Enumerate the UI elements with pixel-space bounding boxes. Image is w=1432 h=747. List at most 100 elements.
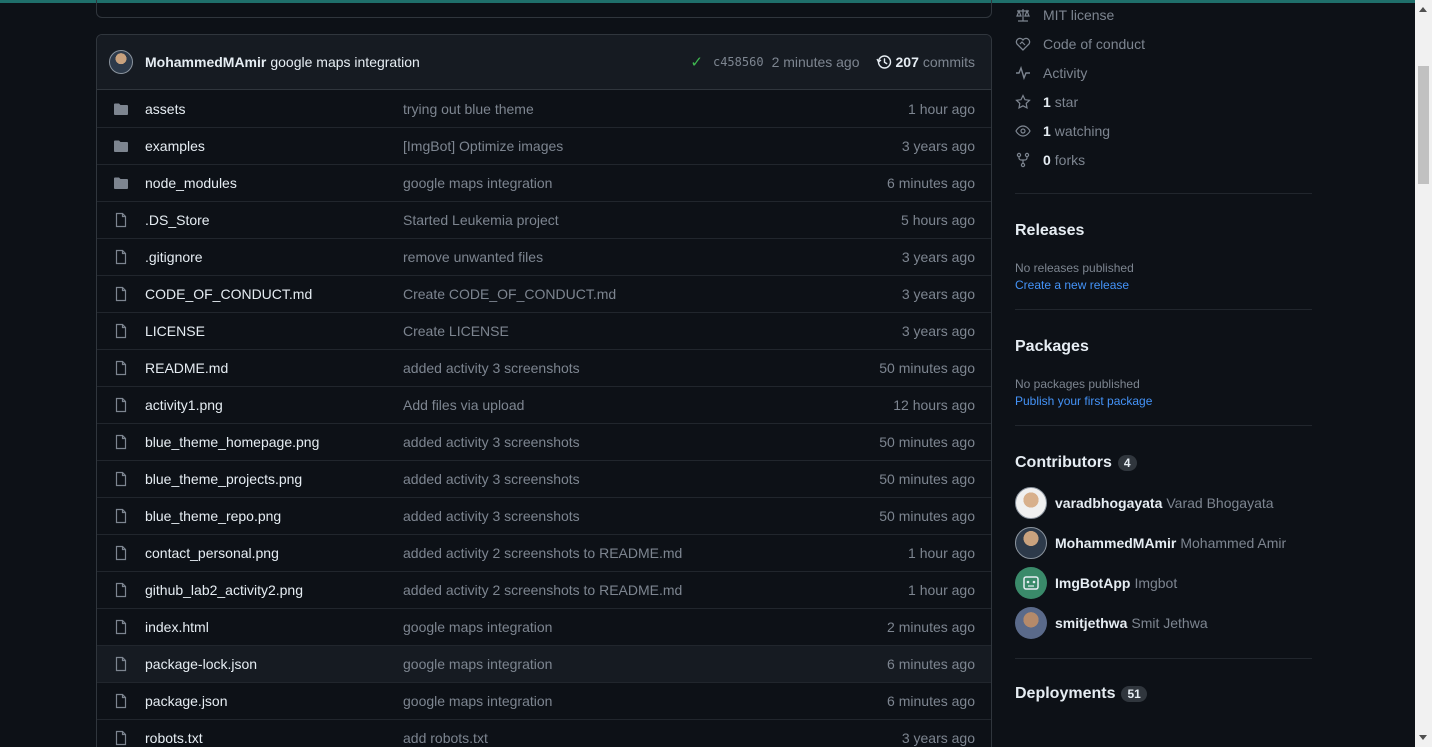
file-name-link[interactable]: LICENSE (145, 323, 403, 339)
commits-count-link[interactable]: 207 (896, 54, 919, 70)
contributor-avatar[interactable] (1015, 487, 1047, 519)
contributor-login-link[interactable]: varadbhogayata (1055, 495, 1162, 511)
file-row[interactable]: examples [ImgBot] Optimize images 3 years … (97, 127, 991, 164)
file-name-link[interactable]: examples (145, 138, 403, 154)
file-row[interactable]: .DS_Store Started Leukemia project 5 hours… (97, 201, 991, 238)
file-commit-message-link[interactable]: remove unwanted files (403, 249, 902, 265)
author-avatar[interactable] (109, 50, 133, 74)
file-name-link[interactable]: assets (145, 101, 403, 117)
commit-message-link[interactable]: google maps integration (270, 54, 419, 70)
file-commit-time: 12 hours ago (893, 397, 975, 413)
file-commit-message-link[interactable]: google maps integration (403, 656, 887, 672)
file-commit-message-link[interactable]: Create CODE_OF_CONDUCT.md (403, 286, 902, 302)
deployments-heading[interactable]: Deployments 51 (1015, 685, 1312, 703)
file-row[interactable]: .gitignore remove unwanted files 3 years a… (97, 238, 991, 275)
file-row[interactable]: README.md added activity 3 screenshots 50 … (97, 349, 991, 386)
file-name-link[interactable]: .DS_Store (145, 212, 403, 228)
file-row[interactable]: assets trying out blue theme 1 hour ago (97, 90, 991, 127)
publish-package-link[interactable]: Publish your first package (1015, 394, 1312, 408)
file-name-link[interactable]: contact_personal.png (145, 545, 403, 561)
contributor-avatar[interactable] (1015, 567, 1047, 599)
file-row[interactable]: package-lock.json google maps integration… (97, 645, 991, 682)
file-name-link[interactable]: package.json (145, 693, 403, 709)
file-icon (115, 619, 127, 635)
check-icon[interactable]: ✓ (690, 53, 703, 71)
file-name-link[interactable]: blue_theme_projects.png (145, 471, 403, 487)
file-row[interactable]: CODE_OF_CONDUCT.md Create CODE_OF_CONDUCT… (97, 275, 991, 312)
file-name-link[interactable]: .gitignore (145, 249, 403, 265)
file-commit-message-link[interactable]: added activity 3 screenshots (403, 508, 879, 524)
file-name-link[interactable]: github_lab2_activity2.png (145, 582, 403, 598)
file-commit-message-link[interactable]: trying out blue theme (403, 101, 908, 117)
contributor-item[interactable]: ImgBotApp Imgbot (1015, 563, 1312, 603)
file-row[interactable]: contact_personal.png added activity 2 scr… (97, 534, 991, 571)
file-commit-message-link[interactable]: Started Leukemia project (403, 212, 901, 228)
file-commit-message-link[interactable]: google maps integration (403, 175, 887, 191)
activity-link[interactable]: Activity (1015, 58, 1312, 87)
contributor-login-link[interactable]: smitjethwa (1055, 615, 1127, 631)
file-commit-time: 6 minutes ago (887, 656, 975, 672)
file-icon (115, 693, 127, 709)
file-row[interactable]: package.json google maps integration 6 min… (97, 682, 991, 719)
forks-link[interactable]: 0 forks (1015, 145, 1312, 174)
file-row[interactable]: blue_theme_repo.png added activity 3 scre… (97, 497, 991, 534)
file-commit-message-link[interactable]: [ImgBot] Optimize images (403, 138, 902, 154)
file-row[interactable]: robots.txt add robots.txt 3 years ago (97, 719, 991, 747)
commit-sha-link[interactable]: c458560 (713, 55, 764, 69)
file-commit-message-link[interactable]: added activity 3 screenshots (403, 471, 879, 487)
bot-icon (1023, 576, 1039, 590)
folder-icon (114, 103, 128, 115)
code-of-conduct-link[interactable]: Code of conduct (1015, 29, 1312, 58)
scroll-thumb[interactable] (1418, 66, 1429, 184)
contributor-item[interactable]: MohammedMAmir Mohammed Amir (1015, 523, 1312, 563)
contributor-avatar[interactable] (1015, 527, 1047, 559)
file-name-link[interactable]: activity1.png (145, 397, 403, 413)
file-row[interactable]: activity1.png Add files via upload 12 hour… (97, 386, 991, 423)
deployments-count: 51 (1121, 686, 1147, 702)
file-commit-message-link[interactable]: google maps integration (403, 693, 887, 709)
contributor-item[interactable]: varadbhogayata Varad Bhogayata (1015, 483, 1312, 523)
scroll-up-arrow[interactable] (1419, 7, 1427, 12)
file-commit-message-link[interactable]: added activity 2 screenshots to README.m… (403, 545, 908, 561)
watchers-link[interactable]: 1 watching (1015, 116, 1312, 145)
contributor-login-link[interactable]: ImgBotApp (1055, 575, 1130, 591)
file-row[interactable]: blue_theme_projects.png added activity 3 … (97, 460, 991, 497)
file-row[interactable]: github_lab2_activity2.png added activity … (97, 571, 991, 608)
file-name-link[interactable]: blue_theme_homepage.png (145, 434, 403, 450)
file-name-link[interactable]: README.md (145, 360, 403, 376)
file-commit-message-link[interactable]: Create LICENSE (403, 323, 902, 339)
packages-heading[interactable]: Packages (1015, 338, 1312, 356)
file-commit-time: 3 years ago (901, 730, 975, 746)
file-icon (115, 397, 127, 413)
file-row[interactable]: index.html google maps integration 2 minut… (97, 608, 991, 645)
file-row[interactable]: blue_theme_homepage.png added activity 3 … (97, 423, 991, 460)
file-row[interactable]: LICENSE Create LICENSE 3 years ago (97, 312, 991, 349)
file-row[interactable]: node_modules google maps integration 6 min… (97, 164, 991, 201)
watching-count: 1 (1043, 122, 1051, 139)
file-name-link[interactable]: robots.txt (145, 730, 403, 746)
file-name-link[interactable]: CODE_OF_CONDUCT.md (145, 286, 403, 302)
contributor-item[interactable]: smitjethwa Smit Jethwa (1015, 603, 1312, 643)
contributor-avatar[interactable] (1015, 607, 1047, 639)
license-link[interactable]: MIT license (1015, 0, 1312, 29)
file-commit-message-link[interactable]: added activity 2 screenshots to README.m… (403, 582, 908, 598)
contributor-login-link[interactable]: MohammedMAmir (1055, 535, 1176, 551)
contributors-heading[interactable]: Contributors 4 (1015, 454, 1312, 472)
file-name-link[interactable]: blue_theme_repo.png (145, 508, 403, 524)
file-commit-message-link[interactable]: google maps integration (403, 619, 887, 635)
create-release-link[interactable]: Create a new release (1015, 278, 1312, 292)
commit-author-link[interactable]: MohammedMAmir (145, 54, 266, 70)
page-scrollbar[interactable] (1415, 0, 1432, 747)
file-commit-message-link[interactable]: Add files via upload (403, 397, 893, 413)
commits-label[interactable]: commits (923, 54, 975, 70)
file-name-link[interactable]: package-lock.json (145, 656, 403, 672)
file-commit-time: 2 minutes ago (887, 619, 975, 635)
file-commit-message-link[interactable]: add robots.txt (403, 730, 902, 746)
scroll-down-arrow[interactable] (1419, 735, 1427, 740)
releases-heading[interactable]: Releases (1015, 222, 1312, 240)
stars-link[interactable]: 1 star (1015, 87, 1312, 116)
file-commit-message-link[interactable]: added activity 3 screenshots (403, 360, 879, 376)
file-name-link[interactable]: node_modules (145, 175, 403, 191)
file-name-link[interactable]: index.html (145, 619, 403, 635)
file-commit-message-link[interactable]: added activity 3 screenshots (403, 434, 879, 450)
